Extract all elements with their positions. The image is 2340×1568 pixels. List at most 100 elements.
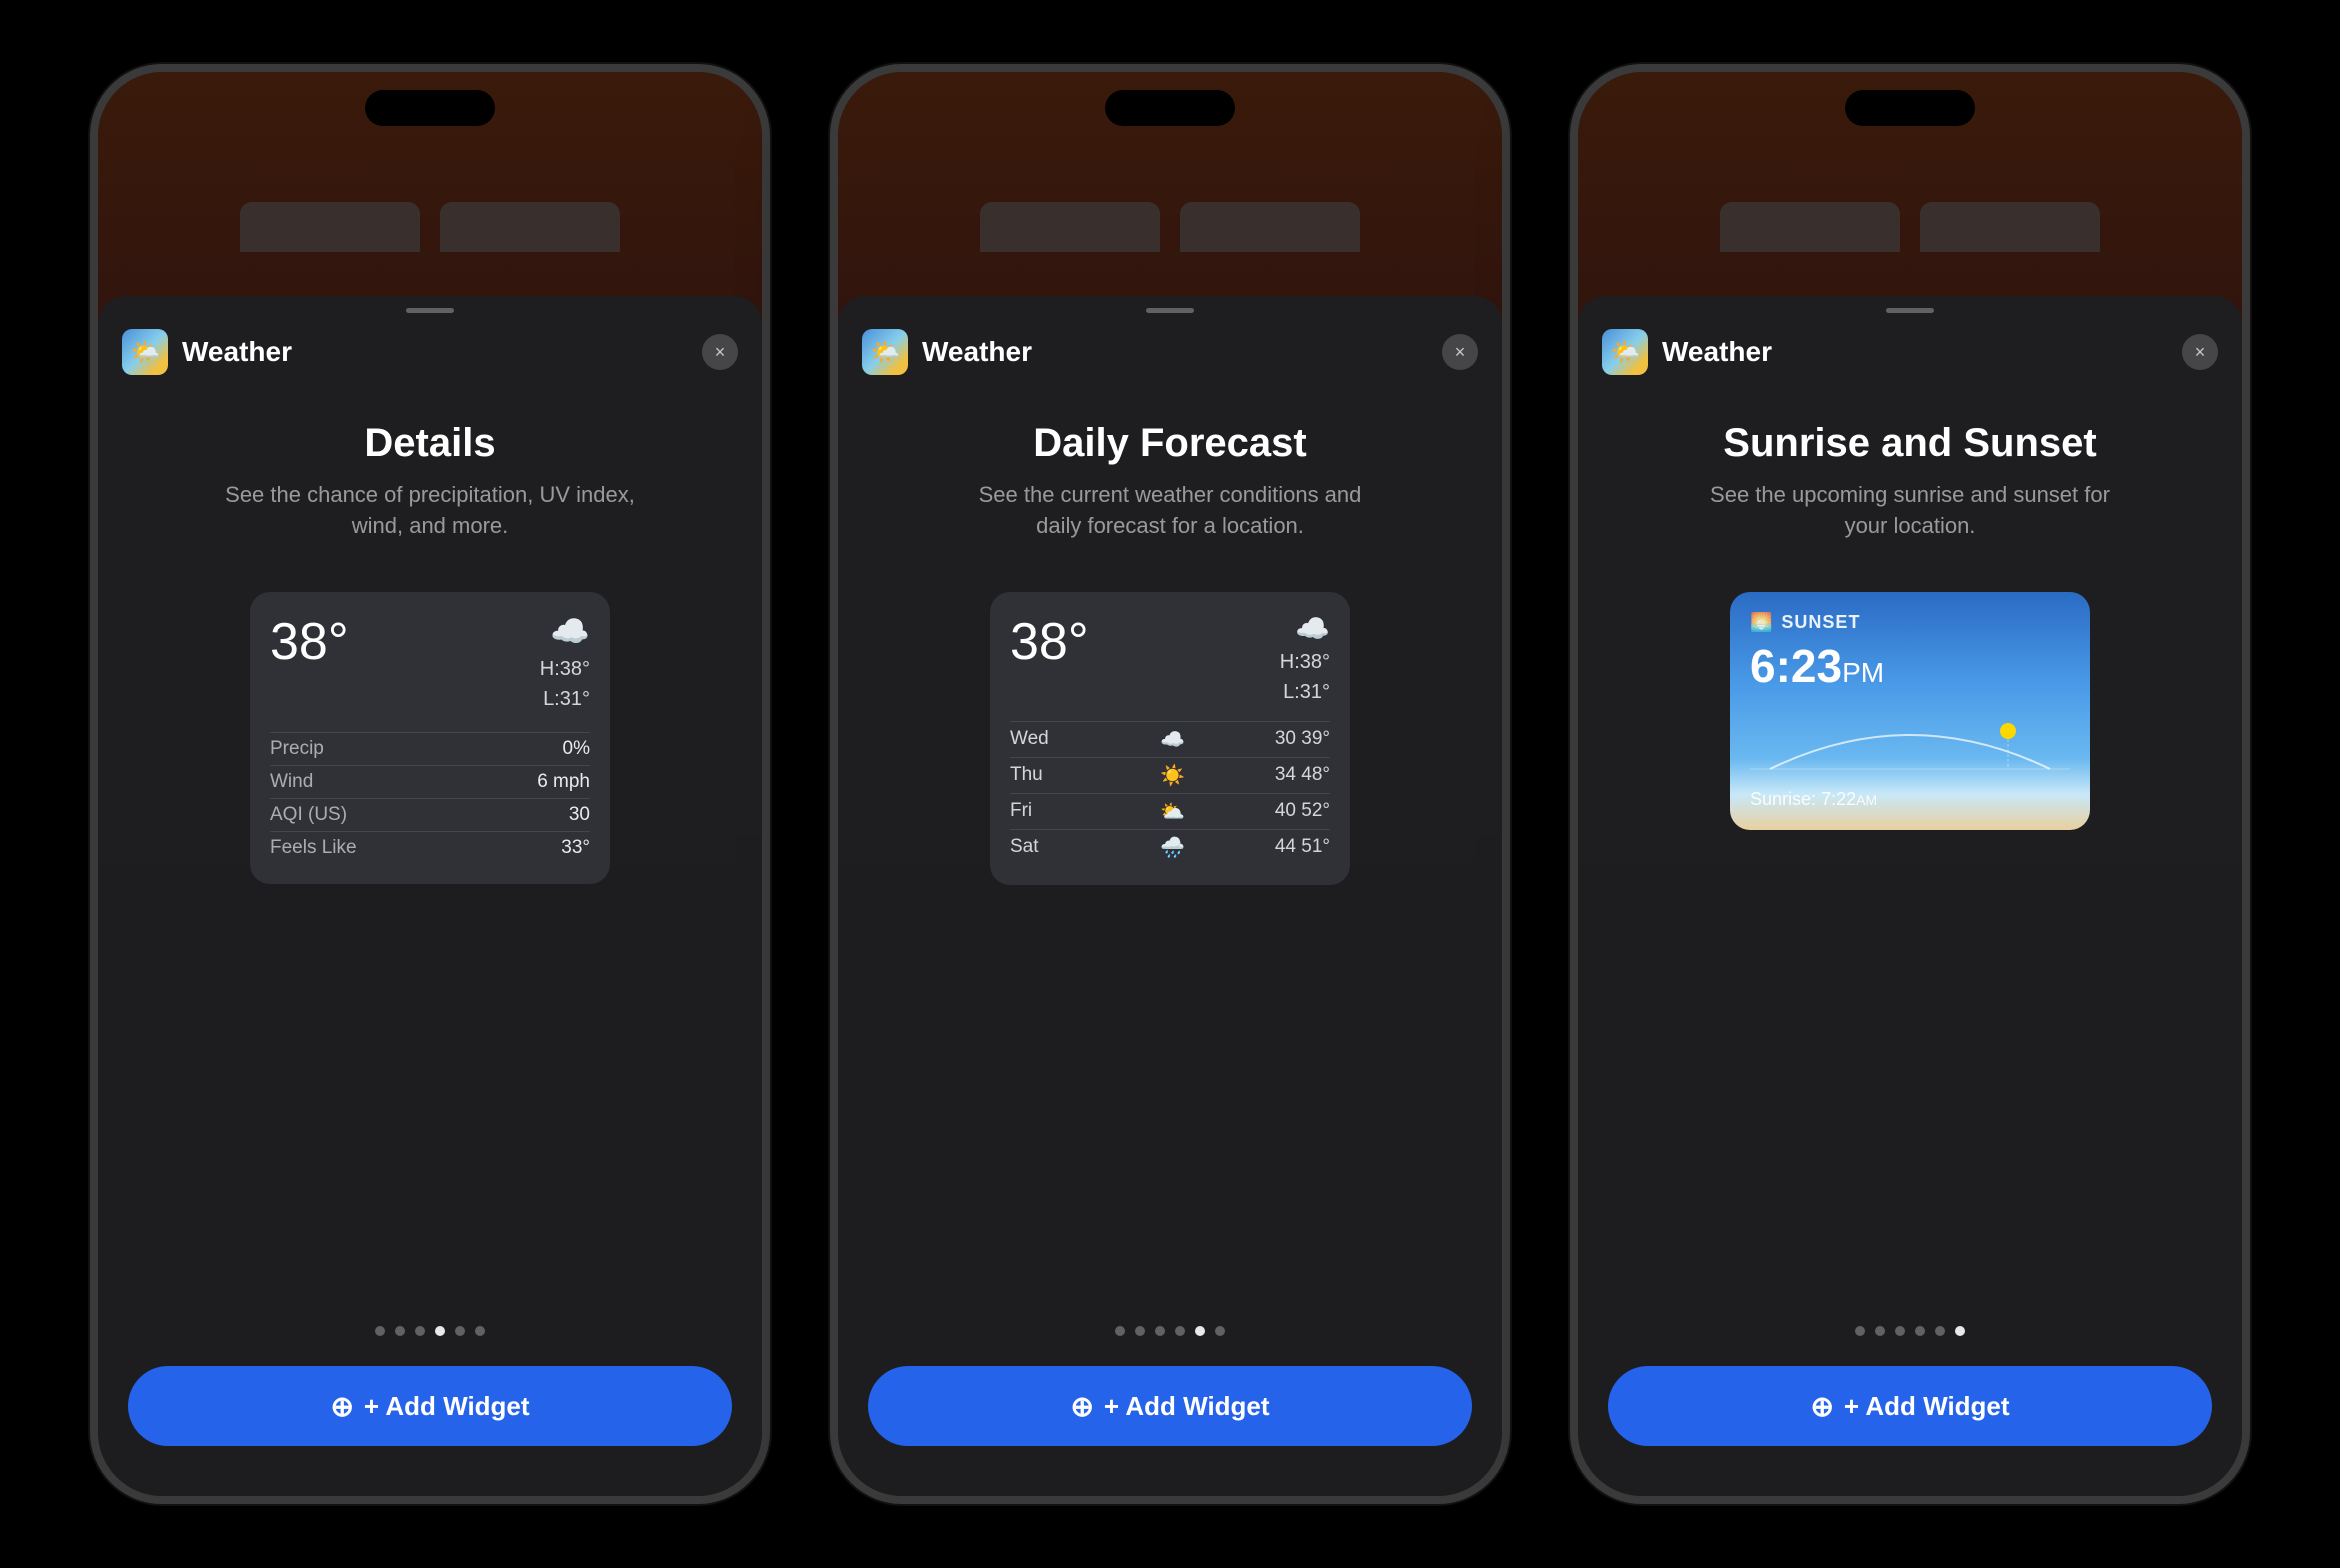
phone-3: 🌤️ Weather × Sunrise and Sunset See the … — [1570, 64, 2250, 1504]
dot-1-3[interactable] — [415, 1326, 425, 1336]
day-temps-thu: 34 48° — [1275, 764, 1330, 786]
page-dots-3 — [1855, 1296, 1965, 1336]
day-icon-sat: 🌧️ — [1157, 835, 1187, 860]
details-value-feels: 33° — [561, 837, 590, 859]
sheet-app-name-3: Weather — [1662, 336, 2182, 368]
dot-3-2[interactable] — [1875, 1326, 1885, 1336]
sheet-header-2: 🌤️ Weather × — [838, 313, 1502, 391]
phone-1: 🌤️ Weather × Details See the chance of p… — [90, 64, 770, 1504]
dot-1-6[interactable] — [475, 1326, 485, 1336]
details-row-feels: Feels Like 33° — [270, 831, 590, 864]
bg-tab — [1920, 202, 2100, 252]
dot-2-3[interactable] — [1155, 1326, 1165, 1336]
sunrise-arc — [1750, 701, 2070, 781]
close-button-1[interactable]: × — [702, 334, 738, 370]
forecast-day-sat: Sat 🌧️ 44 51° — [1010, 829, 1330, 865]
dot-2-6[interactable] — [1215, 1326, 1225, 1336]
dot-3-1[interactable] — [1855, 1326, 1865, 1336]
details-label-aqi: AQI (US) — [270, 804, 347, 826]
dot-3-6[interactable] — [1955, 1326, 1965, 1336]
forecast-cloud-icon: ☁️ — [1280, 612, 1330, 645]
dot-2-4[interactable] — [1175, 1326, 1185, 1336]
sunset-label: 🌅 SUNSET — [1750, 612, 2070, 633]
bg-tab — [980, 202, 1160, 252]
sheet-1: 🌤️ Weather × Details See the chance of p… — [98, 296, 762, 1496]
dot-2-2[interactable] — [1135, 1326, 1145, 1336]
day-icon-wed: ☁️ — [1157, 727, 1187, 752]
forecast-day-thu: Thu ☀️ 34 48° — [1010, 757, 1330, 793]
forecast-temp: 38° — [1010, 612, 1089, 672]
add-plus-icon-1: ⊕ — [330, 1390, 353, 1423]
dot-1-4[interactable] — [435, 1326, 445, 1336]
phone-1-inner: 🌤️ Weather × Details See the chance of p… — [98, 72, 762, 1496]
dot-3-5[interactable] — [1935, 1326, 1945, 1336]
dot-3-3[interactable] — [1895, 1326, 1905, 1336]
sunset-icon: 🌅 — [1750, 612, 1773, 633]
sheet-header-1: 🌤️ Weather × — [98, 313, 762, 391]
details-label-precip: Precip — [270, 738, 324, 760]
details-temp: 38° — [270, 612, 349, 672]
details-value-wind: 6 mph — [537, 771, 590, 793]
dot-3-4[interactable] — [1915, 1326, 1925, 1336]
add-widget-button-2[interactable]: ⊕ + Add Widget — [868, 1366, 1472, 1446]
forecast-day-wed: Wed ☁️ 30 39° — [1010, 721, 1330, 757]
widget-content-3: Sunrise and Sunset See the upcoming sunr… — [1578, 391, 2242, 1296]
dot-2-1[interactable] — [1115, 1326, 1125, 1336]
sheet-app-name-1: Weather — [182, 336, 702, 368]
add-plus-icon-2: ⊕ — [1070, 1390, 1093, 1423]
phone-2: 🌤️ Weather × Daily Forecast See the curr… — [830, 64, 1510, 1504]
day-temps-fri: 40 52° — [1275, 800, 1330, 822]
phones-container: 🌤️ Weather × Details See the chance of p… — [0, 0, 2340, 1568]
details-row-wind: Wind 6 mph — [270, 765, 590, 798]
details-label-feels: Feels Like — [270, 837, 357, 859]
dot-2-5[interactable] — [1195, 1326, 1205, 1336]
widget-desc-1: See the chance of precipitation, UV inde… — [220, 480, 640, 542]
bg-widgets-3 — [1578, 202, 2242, 252]
details-high: H:38°L:31° — [540, 654, 590, 714]
day-temps-wed: 30 39° — [1275, 728, 1330, 750]
forecast-temp-row: 38° ☁️ H:38°L:31° — [1010, 612, 1330, 707]
bg-widgets-2 — [838, 202, 1502, 252]
sheet-header-3: 🌤️ Weather × — [1578, 313, 2242, 391]
close-button-2[interactable]: × — [1442, 334, 1478, 370]
dot-1-1[interactable] — [375, 1326, 385, 1336]
page-dots-2 — [1115, 1296, 1225, 1336]
dot-1-5[interactable] — [455, 1326, 465, 1336]
bg-tab — [1720, 202, 1900, 252]
add-widget-label-2: + Add Widget — [1104, 1391, 1270, 1422]
dot-1-2[interactable] — [395, 1326, 405, 1336]
phone-3-inner: 🌤️ Weather × Sunrise and Sunset See the … — [1578, 72, 2242, 1496]
sunset-time: 6:23PM — [1750, 639, 2070, 693]
day-label-fri: Fri — [1010, 800, 1070, 822]
weather-app-icon-2: 🌤️ — [862, 329, 908, 375]
dynamic-island-3 — [1845, 90, 1975, 126]
dynamic-island-1 — [365, 90, 495, 126]
widget-desc-3: See the upcoming sunrise and sunset for … — [1700, 480, 2120, 542]
weather-app-icon-1: 🌤️ — [122, 329, 168, 375]
widget-content-1: Details See the chance of precipitation,… — [98, 391, 762, 1296]
day-label-sat: Sat — [1010, 836, 1070, 858]
day-label-thu: Thu — [1010, 764, 1070, 786]
sheet-app-name-2: Weather — [922, 336, 1442, 368]
day-temps-sat: 44 51° — [1275, 836, 1330, 858]
widget-title-1: Details — [364, 421, 495, 466]
bg-tab — [440, 202, 620, 252]
bg-tab — [240, 202, 420, 252]
sunrise-preview-widget: 🌅 SUNSET 6:23PM — [1730, 592, 2090, 830]
close-button-3[interactable]: × — [2182, 334, 2218, 370]
bg-widgets-1 — [98, 202, 762, 252]
day-icon-thu: ☀️ — [1157, 763, 1187, 788]
add-widget-label-1: + Add Widget — [364, 1391, 530, 1422]
details-row-precip: Precip 0% — [270, 732, 590, 765]
add-widget-label-3: + Add Widget — [1844, 1391, 2010, 1422]
sunrise-info: Sunrise: 7:22AM — [1750, 789, 2070, 810]
sheet-2: 🌤️ Weather × Daily Forecast See the curr… — [838, 296, 1502, 1496]
day-label-wed: Wed — [1010, 728, 1070, 750]
add-widget-button-3[interactable]: ⊕ + Add Widget — [1608, 1366, 2212, 1446]
add-widget-button-1[interactable]: ⊕ + Add Widget — [128, 1366, 732, 1446]
widget-desc-2: See the current weather conditions and d… — [960, 480, 1380, 542]
details-value-aqi: 30 — [569, 804, 590, 826]
sheet-3: 🌤️ Weather × Sunrise and Sunset See the … — [1578, 296, 2242, 1496]
forecast-preview-widget: 38° ☁️ H:38°L:31° Wed ☁️ — [990, 592, 1350, 885]
widget-title-2: Daily Forecast — [1033, 421, 1306, 466]
